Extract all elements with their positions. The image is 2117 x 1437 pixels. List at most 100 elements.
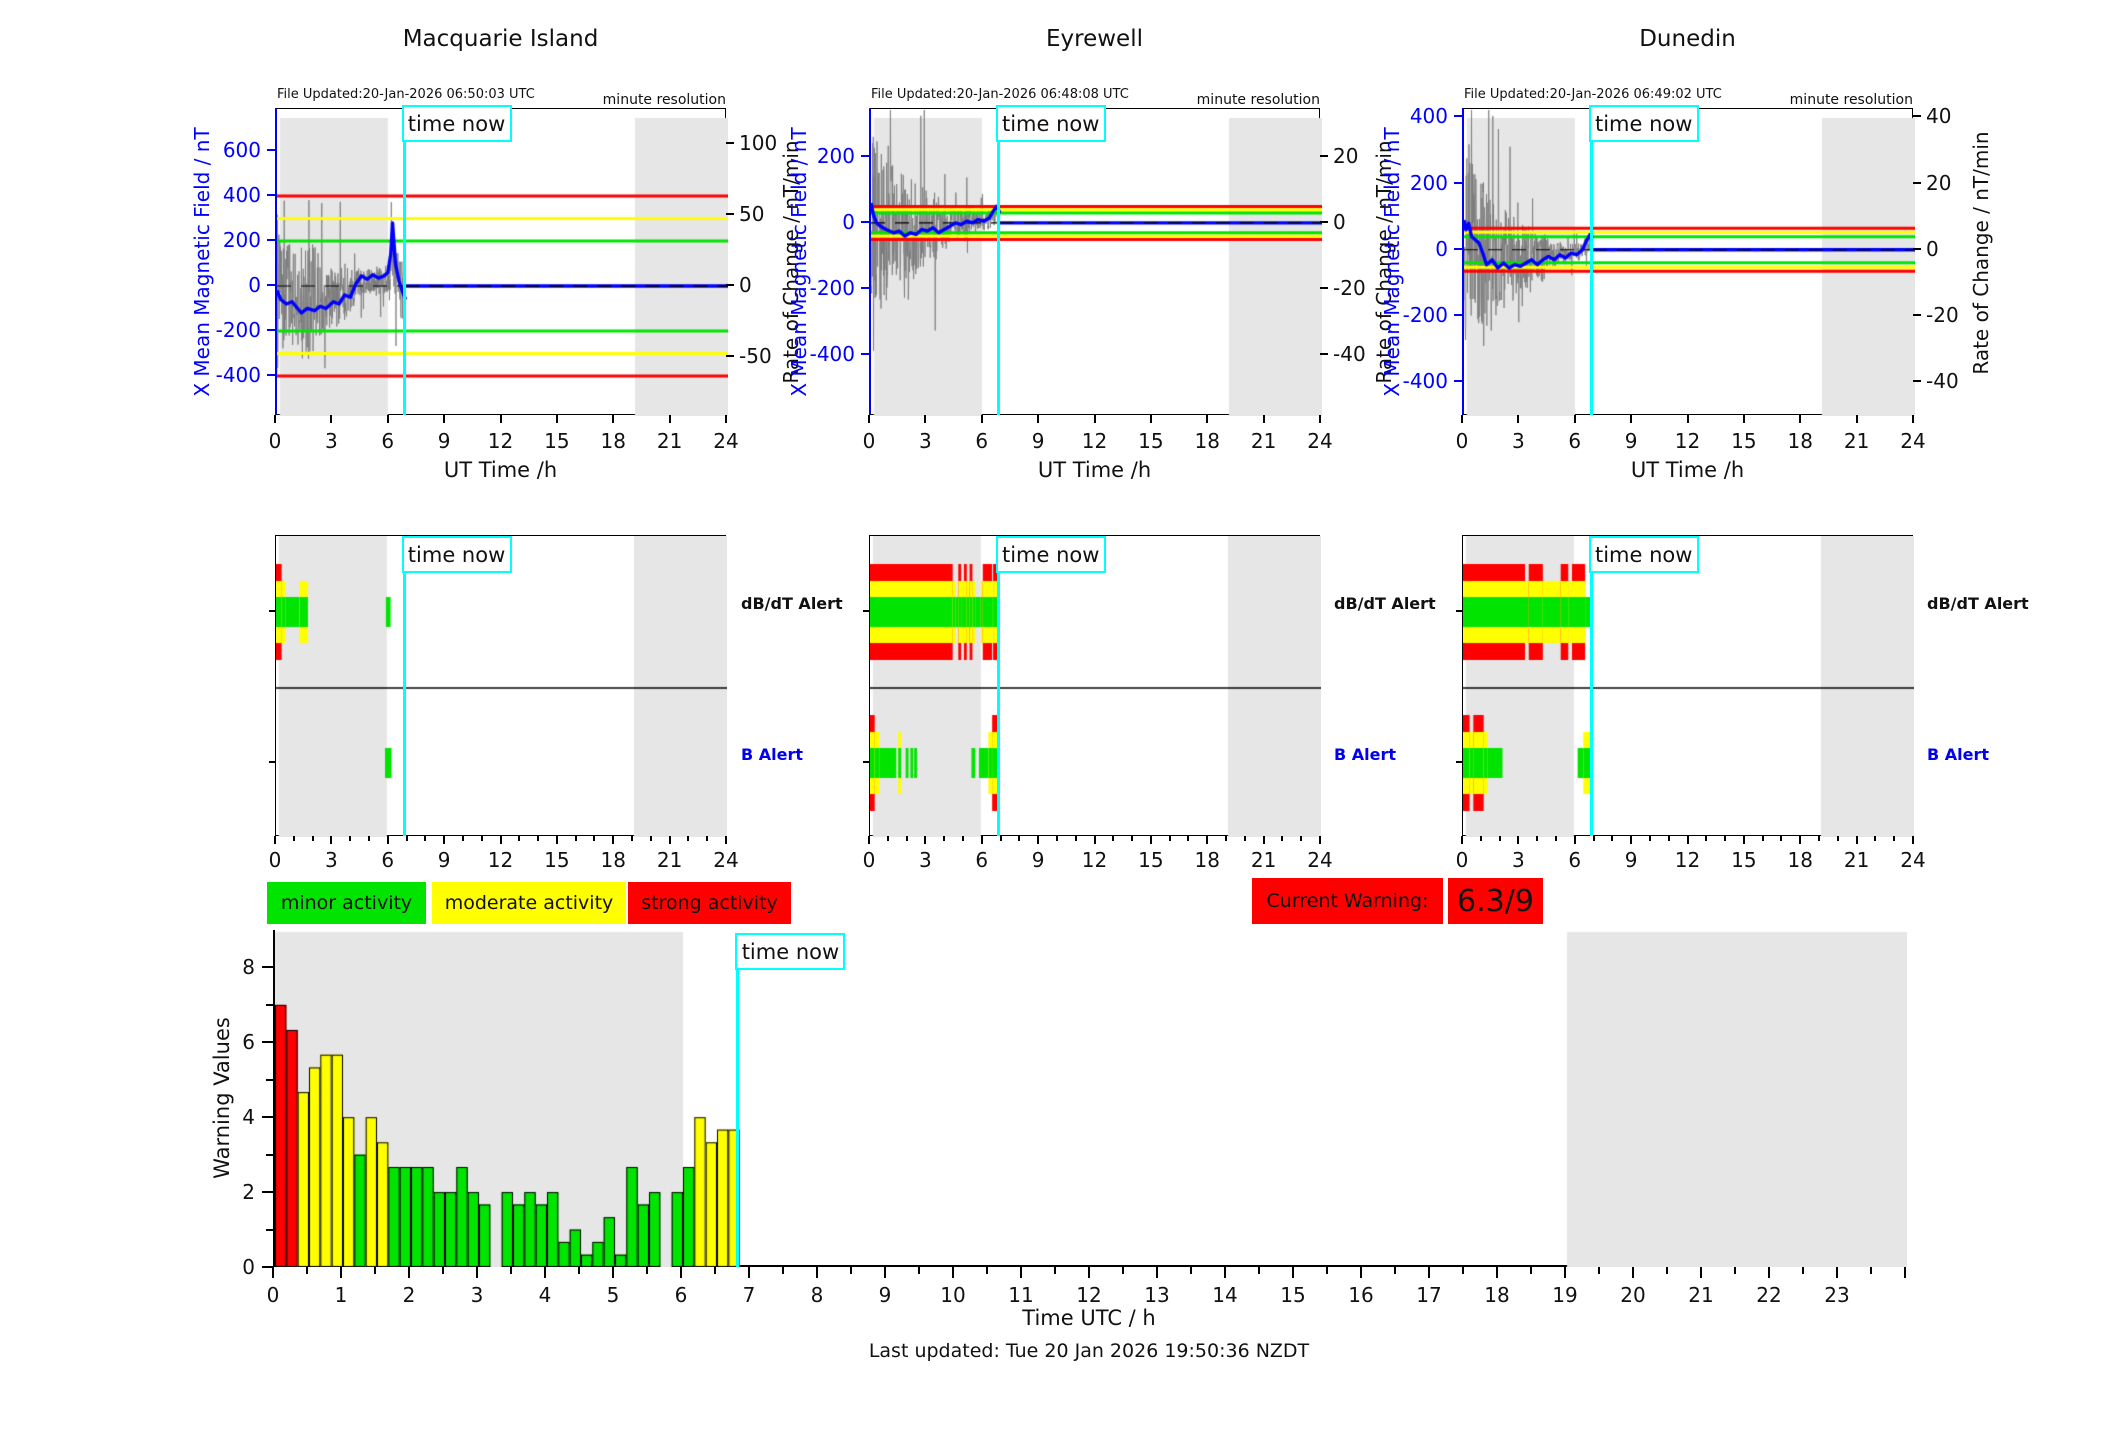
alert-x-tick: [1225, 836, 1228, 841]
y-tick-label-left: 0: [248, 273, 261, 297]
warning-x-tick: [748, 1267, 750, 1278]
alert-x-tick: [480, 836, 483, 841]
alert-x-tick: [1055, 836, 1058, 841]
warning-x-tick: [1768, 1267, 1770, 1278]
warning-x-tick: [1734, 1267, 1736, 1274]
alert-x-tick-label: 3: [919, 848, 932, 872]
alert-x-tick: [1319, 836, 1321, 844]
alert-x-tick: [1799, 836, 1802, 844]
alert-x-tick: [555, 836, 558, 844]
alert-x-tick: [1611, 836, 1614, 841]
x-tick-label: 12: [487, 429, 514, 453]
y-axis-label-left-macquarie: X Mean Magnetic Field / nT: [190, 127, 214, 397]
warning-y-tick: [262, 1266, 273, 1268]
warning-x-tick: [578, 1267, 580, 1274]
x-tick: [330, 415, 333, 423]
warning-y-tick-label: 8: [242, 955, 255, 980]
warning-x-tick: [1870, 1267, 1872, 1274]
time-now-line: [402, 573, 406, 836]
warning-x-tick-label: 2: [402, 1283, 416, 1307]
warning-x-tick: [510, 1267, 512, 1274]
alert-x-tick: [649, 836, 652, 841]
alert-x-tick: [1187, 836, 1190, 841]
warning-x-tick: [1564, 1267, 1566, 1278]
y-tick-right: [726, 141, 734, 144]
warning-x-tick: [986, 1267, 988, 1274]
current-warning-value: 6.3/9: [1448, 878, 1543, 924]
warning-x-tick-label: 4: [538, 1283, 552, 1307]
legend-moderate-activity: moderate activity: [432, 882, 626, 924]
warning-x-tick: [1054, 1267, 1056, 1274]
alert-x-tick-label: 12: [487, 848, 514, 872]
y-tick-label-left: 400: [1409, 104, 1448, 129]
y-tick-label-left: -400: [809, 341, 855, 366]
warning-x-tick: [1360, 1267, 1362, 1278]
station-title-macquarie: Macquarie Island: [402, 26, 599, 52]
warning-x-tick: [442, 1267, 444, 1274]
warning-x-tick: [816, 1267, 818, 1278]
y-tick-label-left: 0: [1435, 236, 1448, 261]
alert-x-tick: [725, 836, 727, 844]
alert-channel-tick: [863, 761, 869, 763]
y-tick-left: [1454, 181, 1462, 184]
y-tick-left: [1454, 313, 1462, 316]
y-tick-label-left: 200: [222, 228, 261, 253]
alert-x-tick: [292, 836, 295, 841]
alert-x-tick-label: 24: [713, 848, 739, 872]
x-tick-label: 15: [1731, 429, 1757, 453]
y-tick-label-right: 20: [1926, 170, 1952, 195]
alert-x-tick: [1517, 836, 1520, 844]
x-tick: [1461, 415, 1463, 423]
time-now-line: [402, 142, 406, 415]
alert-x-tick: [518, 836, 521, 841]
warning-x-tick-label: 10: [940, 1283, 966, 1307]
time-now-line: [996, 573, 1000, 836]
y-tick-label-left: 600: [222, 138, 261, 163]
dbdt-alert-label-macquarie: dB/dT Alert: [741, 594, 843, 613]
alert-x-tick-label: 18: [1787, 848, 1813, 872]
b-alert-label-eyrewell: B Alert: [1334, 745, 1397, 764]
warning-y-tick-label: 2: [242, 1180, 255, 1205]
alert-x-tick: [330, 836, 333, 844]
alert-x-tick-label: 21: [656, 848, 683, 872]
alert-x-tick: [499, 836, 502, 844]
alert-x-tick: [593, 836, 596, 841]
alert-x-tick: [1018, 836, 1021, 841]
alert-x-tick: [1874, 836, 1877, 841]
alert-x-tick-label: 6: [381, 848, 395, 872]
x-tick-label: 9: [1624, 429, 1638, 453]
geomagnetic-alert-dashboard: Macquarie Island Eyrewell Dunedin File U…: [0, 0, 2117, 1437]
x-tick: [386, 415, 389, 423]
time-now-line: [996, 142, 1000, 415]
x-tick: [499, 415, 502, 423]
warning-x-tick-label: 9: [878, 1283, 892, 1307]
alert-x-tick: [1761, 836, 1764, 841]
alert-x-tick-label: 9: [1624, 848, 1638, 872]
x-axis-label-dunedin: UT Time /h: [1630, 458, 1745, 482]
time-now-box: time now: [1588, 536, 1699, 573]
warning-x-tick-label: 16: [1348, 1283, 1374, 1307]
warning-x-tick-label: 3: [470, 1283, 484, 1307]
x-tick: [924, 415, 927, 423]
x-tick: [1319, 415, 1321, 423]
y-tick-label-left: 400: [222, 183, 261, 208]
warning-y-tick: [262, 1041, 273, 1044]
y-tick-label-right: -20: [1926, 302, 1959, 327]
x-tick: [1206, 415, 1209, 423]
alert-panel-dunedin: [1462, 535, 1914, 837]
alert-x-tick: [1573, 836, 1576, 844]
x-tick-label: 6: [1568, 429, 1582, 453]
alert-x-tick: [924, 836, 927, 844]
warning-x-tick: [1632, 1267, 1634, 1278]
alert-x-tick: [1686, 836, 1689, 844]
y-tick-right: [1913, 115, 1921, 118]
alert-x-tick: [1742, 836, 1745, 844]
magnetometer-plot-canvas-eyrewell: [871, 109, 1322, 416]
alert-x-tick-label: 0: [1455, 848, 1469, 872]
warning-x-tick: [1428, 1267, 1430, 1278]
alert-x-tick: [274, 836, 276, 844]
y-tick-label-left: 0: [842, 209, 855, 234]
magnetometer-plot-canvas-macquarie: [277, 109, 728, 416]
warning-x-tick: [1394, 1267, 1396, 1274]
alert-x-tick: [1912, 836, 1914, 844]
